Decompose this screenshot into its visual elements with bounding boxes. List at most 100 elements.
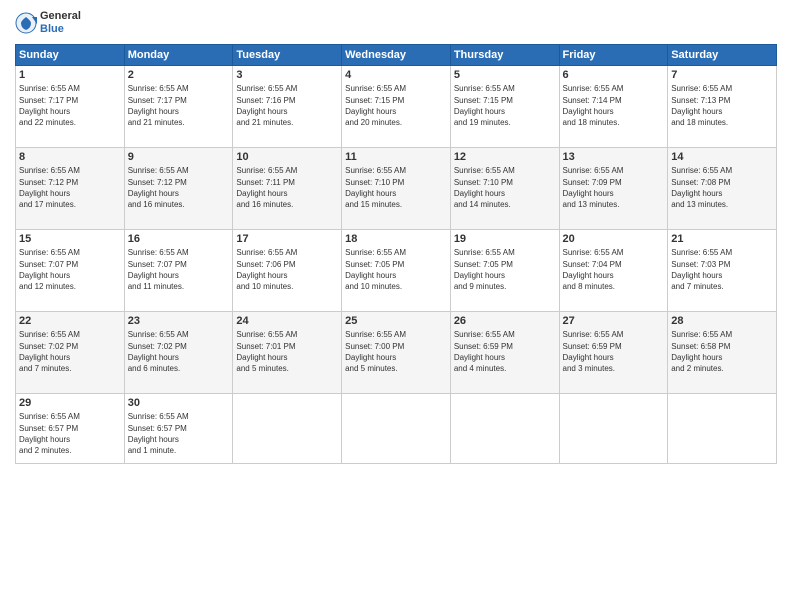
calendar-cell: 9Sunrise: 6:55 AMSunset: 7:12 PMDaylight…	[124, 148, 233, 230]
day-number: 15	[19, 233, 121, 245]
calendar-cell: 18 Sunrise: 6:55 AMSunset: 7:05 PMDayligh…	[342, 230, 451, 312]
day-number: 16	[128, 233, 230, 245]
day-info: Sunrise: 6:55 AMSunset: 7:14 PMDaylight …	[563, 83, 665, 128]
day-number: 6	[563, 69, 665, 81]
day-info: Sunrise: 6:55 AMSunset: 6:59 PMDaylight …	[563, 329, 665, 374]
day-number: 1	[19, 69, 121, 81]
day-number: 21	[671, 233, 773, 245]
calendar-cell: 17 Sunrise: 6:55 AMSunset: 7:06 PMDayligh…	[233, 230, 342, 312]
day-info: Sunrise: 6:55 AMSunset: 7:09 PMDaylight …	[563, 165, 665, 210]
calendar-cell: 4Sunrise: 6:55 AMSunset: 7:15 PMDaylight…	[342, 66, 451, 148]
day-number: 2	[128, 69, 230, 81]
calendar-cell: 29Sunrise: 6:55 AMSunset: 6:57 PMDayligh…	[16, 394, 125, 464]
calendar-cell: 25 Sunrise: 6:55 AMSunset: 7:00 PMDayligh…	[342, 312, 451, 394]
day-info: Sunrise: 6:55 AMSunset: 7:07 PMDaylight …	[19, 247, 121, 292]
day-number: 22	[19, 315, 121, 327]
day-info: Sunrise: 6:55 AMSunset: 7:02 PMDaylight …	[19, 329, 121, 374]
header-tuesday: Tuesday	[233, 45, 342, 66]
day-number: 7	[671, 69, 773, 81]
day-number: 30	[128, 397, 230, 409]
header-saturday: Saturday	[668, 45, 777, 66]
day-number: 8	[19, 151, 121, 163]
day-info: Sunrise: 6:55 AMSunset: 7:17 PMDaylight …	[19, 83, 121, 128]
calendar-cell: 3Sunrise: 6:55 AMSunset: 7:16 PMDaylight…	[233, 66, 342, 148]
day-info: Sunrise: 6:55 AMSunset: 7:01 PMDaylight …	[236, 329, 338, 374]
calendar-cell: 5 Sunrise: 6:55 AMSunset: 7:15 PMDaylight…	[450, 66, 559, 148]
logo: General Blue	[15, 10, 81, 36]
day-info: Sunrise: 6:55 AMSunset: 6:58 PMDaylight …	[671, 329, 773, 374]
day-number: 27	[563, 315, 665, 327]
day-info: Sunrise: 6:55 AMSunset: 7:05 PMDaylight …	[454, 247, 556, 292]
day-info: Sunrise: 6:55 AMSunset: 7:10 PMDaylight …	[345, 165, 447, 210]
main-container: General Blue Sunday Monday Tuesday Wedne…	[0, 0, 792, 474]
calendar-cell: 14 Sunrise: 6:55 AMSunset: 7:08 PMDayligh…	[668, 148, 777, 230]
calendar-cell: 16 Sunrise: 6:55 AMSunset: 7:07 PMDayligh…	[124, 230, 233, 312]
calendar-cell: 28 Sunrise: 6:55 AMSunset: 6:58 PMDayligh…	[668, 312, 777, 394]
calendar-cell	[559, 394, 668, 464]
day-info: Sunrise: 6:55 AMSunset: 6:57 PMDaylight …	[19, 411, 121, 456]
calendar-cell: 30 Sunrise: 6:55 AMSunset: 6:57 PMDayligh…	[124, 394, 233, 464]
day-info: Sunrise: 6:55 AMSunset: 7:08 PMDaylight …	[671, 165, 773, 210]
day-info: Sunrise: 6:55 AMSunset: 7:11 PMDaylight …	[236, 165, 338, 210]
calendar-cell	[342, 394, 451, 464]
header-wednesday: Wednesday	[342, 45, 451, 66]
day-info: Sunrise: 6:55 AMSunset: 7:04 PMDaylight …	[563, 247, 665, 292]
day-number: 4	[345, 69, 447, 81]
calendar-cell: 20 Sunrise: 6:55 AMSunset: 7:04 PMDayligh…	[559, 230, 668, 312]
day-info: Sunrise: 6:55 AMSunset: 7:15 PMDaylight …	[454, 83, 556, 128]
day-info: Sunrise: 6:55 AMSunset: 7:12 PMDaylight …	[19, 165, 121, 210]
day-info: Sunrise: 6:55 AMSunset: 6:57 PMDaylight …	[128, 411, 230, 456]
day-info: Sunrise: 6:55 AMSunset: 7:02 PMDaylight …	[128, 329, 230, 374]
day-info: Sunrise: 6:55 AMSunset: 7:07 PMDaylight …	[128, 247, 230, 292]
logo-svg	[15, 12, 37, 34]
day-number: 25	[345, 315, 447, 327]
day-number: 17	[236, 233, 338, 245]
day-info: Sunrise: 6:55 AMSunset: 6:59 PMDaylight …	[454, 329, 556, 374]
day-number: 23	[128, 315, 230, 327]
header: General Blue	[15, 10, 777, 36]
calendar-cell: 22 Sunrise: 6:55 AMSunset: 7:02 PMDayligh…	[16, 312, 125, 394]
day-number: 10	[236, 151, 338, 163]
day-number: 13	[563, 151, 665, 163]
calendar-cell: 6 Sunrise: 6:55 AMSunset: 7:14 PMDaylight…	[559, 66, 668, 148]
day-number: 20	[563, 233, 665, 245]
day-info: Sunrise: 6:55 AMSunset: 7:17 PMDaylight …	[128, 83, 230, 128]
day-number: 3	[236, 69, 338, 81]
day-info: Sunrise: 6:55 AMSunset: 7:13 PMDaylight …	[671, 83, 773, 128]
day-number: 26	[454, 315, 556, 327]
calendar-cell: 12 Sunrise: 6:55 AMSunset: 7:10 PMDayligh…	[450, 148, 559, 230]
calendar-table: Sunday Monday Tuesday Wednesday Thursday…	[15, 44, 777, 464]
day-info: Sunrise: 6:55 AMSunset: 7:03 PMDaylight …	[671, 247, 773, 292]
calendar-cell: 10 Sunrise: 6:55 AMSunset: 7:11 PMDayligh…	[233, 148, 342, 230]
calendar-cell: 19 Sunrise: 6:55 AMSunset: 7:05 PMDayligh…	[450, 230, 559, 312]
calendar-cell: 8 Sunrise: 6:55 AMSunset: 7:12 PMDaylight…	[16, 148, 125, 230]
day-number: 12	[454, 151, 556, 163]
calendar-cell: 13 Sunrise: 6:55 AMSunset: 7:09 PMDayligh…	[559, 148, 668, 230]
weekday-header-row: Sunday Monday Tuesday Wednesday Thursday…	[16, 45, 777, 66]
calendar-cell	[233, 394, 342, 464]
day-number: 24	[236, 315, 338, 327]
day-number: 19	[454, 233, 556, 245]
day-info: Sunrise: 6:55 AMSunset: 7:10 PMDaylight …	[454, 165, 556, 210]
day-number: 5	[454, 69, 556, 81]
calendar-cell: 27 Sunrise: 6:55 AMSunset: 6:59 PMDayligh…	[559, 312, 668, 394]
day-info: Sunrise: 6:55 AMSunset: 7:00 PMDaylight …	[345, 329, 447, 374]
day-info: Sunrise: 6:55 AMSunset: 7:05 PMDaylight …	[345, 247, 447, 292]
calendar-cell: 23 Sunrise: 6:55 AMSunset: 7:02 PMDayligh…	[124, 312, 233, 394]
day-number: 28	[671, 315, 773, 327]
day-number: 9	[128, 151, 230, 163]
logo-text-blue: Blue	[40, 23, 81, 36]
header-friday: Friday	[559, 45, 668, 66]
calendar-cell: 21 Sunrise: 6:55 AMSunset: 7:03 PMDayligh…	[668, 230, 777, 312]
header-sunday: Sunday	[16, 45, 125, 66]
logo-text-general: General	[40, 10, 81, 23]
day-info: Sunrise: 6:55 AMSunset: 7:06 PMDaylight …	[236, 247, 338, 292]
day-number: 18	[345, 233, 447, 245]
calendar-cell: 7 Sunrise: 6:55 AMSunset: 7:13 PMDaylight…	[668, 66, 777, 148]
day-number: 14	[671, 151, 773, 163]
calendar-cell: 1 Sunrise: 6:55 AMSunset: 7:17 PMDaylight…	[16, 66, 125, 148]
calendar-cell: 15 Sunrise: 6:55 AMSunset: 7:07 PMDayligh…	[16, 230, 125, 312]
calendar-cell	[450, 394, 559, 464]
header-thursday: Thursday	[450, 45, 559, 66]
header-monday: Monday	[124, 45, 233, 66]
